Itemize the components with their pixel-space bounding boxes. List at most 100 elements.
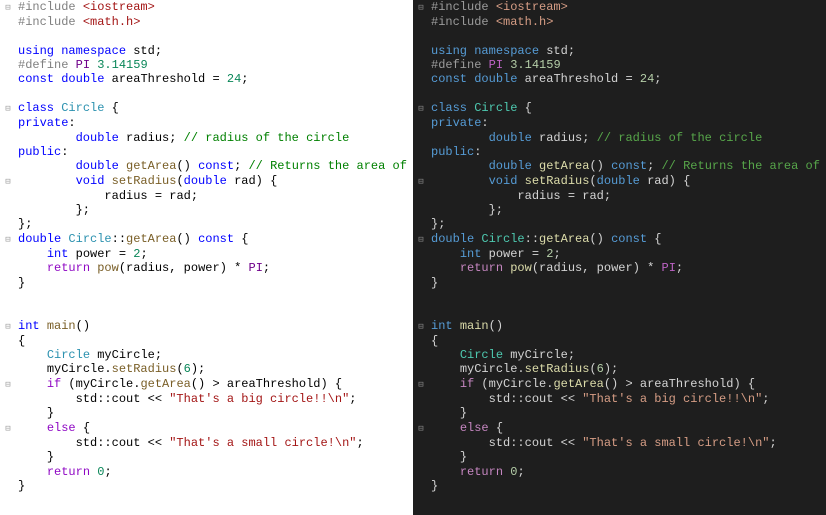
code-line[interactable]: return pow(radius, power) * PI; bbox=[0, 261, 413, 275]
code-line[interactable]: ⊟double Circle::getArea() const { bbox=[413, 232, 826, 247]
tok-const: const bbox=[18, 72, 54, 86]
code-line[interactable]: radius = rad; bbox=[0, 189, 413, 203]
fold-gutter[interactable]: ⊟ bbox=[413, 0, 429, 15]
tok-int: int bbox=[18, 319, 40, 333]
code-line[interactable]: } bbox=[413, 450, 826, 464]
code-line[interactable]: radius = rad; bbox=[413, 189, 826, 203]
code-line[interactable]: using namespace std; bbox=[0, 44, 413, 58]
code-line[interactable]: public: bbox=[413, 145, 826, 159]
code-line[interactable]: }; bbox=[413, 203, 826, 217]
fold-gutter[interactable]: ⊟ bbox=[0, 421, 16, 436]
code-line[interactable]: ⊟double Circle::getArea() const { bbox=[0, 232, 413, 247]
code-line[interactable]: } bbox=[413, 479, 826, 493]
code-line[interactable]: { bbox=[0, 334, 413, 348]
code-line[interactable]: private: bbox=[0, 116, 413, 130]
code-line[interactable] bbox=[0, 30, 413, 44]
fold-gutter[interactable]: ⊟ bbox=[413, 319, 429, 334]
code-line[interactable]: ⊟ if (myCircle.getArea() > areaThreshold… bbox=[0, 377, 413, 392]
fold-gutter[interactable]: ⊟ bbox=[0, 0, 16, 15]
code-line[interactable]: { bbox=[413, 334, 826, 348]
code-line[interactable]: return pow(radius, power) * PI; bbox=[413, 261, 826, 275]
code-line[interactable]: ⊟ void setRadius(double rad) { bbox=[0, 174, 413, 189]
code-line[interactable]: Circle myCircle; bbox=[0, 348, 413, 362]
code-line[interactable]: ⊟class Circle { bbox=[0, 101, 413, 116]
code-line[interactable]: ⊟ else { bbox=[413, 421, 826, 436]
tok-class: class bbox=[18, 101, 54, 115]
code-line[interactable] bbox=[413, 30, 826, 44]
tok-setRadius: setRadius bbox=[525, 362, 590, 376]
code-line[interactable]: } bbox=[413, 406, 826, 420]
code-line[interactable]: using namespace std; bbox=[413, 44, 826, 58]
fold-gutter bbox=[413, 159, 429, 173]
code-line[interactable]: private: bbox=[413, 116, 826, 130]
code-line[interactable]: } bbox=[0, 276, 413, 290]
fold-gutter bbox=[413, 465, 429, 479]
fold-gutter[interactable]: ⊟ bbox=[413, 101, 429, 116]
code-line[interactable] bbox=[413, 290, 826, 304]
fold-gutter[interactable]: ⊟ bbox=[0, 377, 16, 392]
fold-gutter[interactable]: ⊟ bbox=[0, 174, 16, 189]
code-line[interactable]: }; bbox=[413, 217, 826, 231]
code-line[interactable]: const double areaThreshold = 24; bbox=[413, 72, 826, 86]
code-line[interactable]: ⊟ void setRadius(double rad) { bbox=[413, 174, 826, 189]
code-line[interactable]: std::cout << "That's a small circle!\n"; bbox=[413, 436, 826, 450]
code-line[interactable]: myCircle.setRadius(6); bbox=[413, 362, 826, 376]
tok-double: double bbox=[431, 232, 474, 246]
code-line[interactable]: double radius; // radius of the circle bbox=[413, 131, 826, 145]
code-line[interactable] bbox=[0, 87, 413, 101]
code-line[interactable]: int power = 2; bbox=[413, 247, 826, 261]
fold-gutter[interactable]: ⊟ bbox=[0, 319, 16, 334]
code-line[interactable]: } bbox=[0, 450, 413, 464]
code-line[interactable]: }; bbox=[0, 217, 413, 231]
fold-gutter[interactable]: ⊟ bbox=[413, 377, 429, 392]
code-pane-dark[interactable]: ⊟#include <iostream>#include <math.h> usi… bbox=[413, 0, 826, 515]
code-line[interactable]: ⊟#include <iostream> bbox=[0, 0, 413, 15]
code-line[interactable]: ⊟int main() bbox=[413, 319, 826, 334]
fold-gutter[interactable]: ⊟ bbox=[0, 232, 16, 247]
fold-gutter[interactable]: ⊟ bbox=[413, 421, 429, 436]
code-line[interactable]: double radius; // radius of the circle bbox=[0, 131, 413, 145]
code-line[interactable]: #define PI 3.14159 bbox=[413, 58, 826, 72]
code-line[interactable]: #include <math.h> bbox=[413, 15, 826, 29]
code-text: #define PI 3.14159 bbox=[429, 58, 826, 72]
code-pane-light[interactable]: ⊟#include <iostream>#include <math.h> usi… bbox=[0, 0, 413, 515]
code-line[interactable]: } bbox=[0, 406, 413, 420]
fold-gutter[interactable]: ⊟ bbox=[0, 101, 16, 116]
code-line[interactable]: return 0; bbox=[413, 465, 826, 479]
code-line[interactable]: #include <math.h> bbox=[0, 15, 413, 29]
code-line[interactable]: return 0; bbox=[0, 465, 413, 479]
code-line[interactable]: ⊟#include <iostream> bbox=[413, 0, 826, 15]
code-line[interactable]: ⊟class Circle { bbox=[413, 101, 826, 116]
code-line[interactable]: std::cout << "That's a small circle!\n"; bbox=[0, 436, 413, 450]
fold-gutter[interactable]: ⊟ bbox=[413, 174, 429, 189]
code-line[interactable]: } bbox=[413, 276, 826, 290]
code-line[interactable]: const double areaThreshold = 24; bbox=[0, 72, 413, 86]
code-line[interactable]: ⊟ else { bbox=[0, 421, 413, 436]
fold-gutter bbox=[413, 479, 429, 493]
fold-gutter bbox=[0, 465, 16, 479]
code-line[interactable]: std::cout << "That's a big circle!!\n"; bbox=[413, 392, 826, 406]
code-line[interactable] bbox=[413, 87, 826, 101]
tok-pival: 3.14159 bbox=[97, 58, 147, 72]
code-line[interactable]: } bbox=[0, 479, 413, 493]
code-line[interactable]: ⊟int main() bbox=[0, 319, 413, 334]
code-line[interactable] bbox=[0, 304, 413, 318]
code-line[interactable]: double getArea() const; // Returns the a… bbox=[413, 159, 826, 173]
fold-gutter[interactable]: ⊟ bbox=[413, 232, 429, 247]
fold-gutter bbox=[0, 290, 16, 304]
code-line[interactable]: }; bbox=[0, 203, 413, 217]
code-line[interactable] bbox=[0, 290, 413, 304]
code-line[interactable]: ⊟ if (myCircle.getArea() > areaThreshold… bbox=[413, 377, 826, 392]
code-line[interactable]: #define PI 3.14159 bbox=[0, 58, 413, 72]
code-line[interactable] bbox=[413, 304, 826, 318]
code-line[interactable]: std::cout << "That's a big circle!!\n"; bbox=[0, 392, 413, 406]
code-line[interactable]: int power = 2; bbox=[0, 247, 413, 261]
fold-gutter bbox=[413, 392, 429, 406]
code-line[interactable]: public: bbox=[0, 145, 413, 159]
code-line[interactable]: Circle myCircle; bbox=[413, 348, 826, 362]
code-line[interactable]: double getArea() const; // Returns the a… bbox=[0, 159, 413, 173]
tok-cm_radius: // radius of the circle bbox=[184, 131, 350, 145]
code-text: radius = rad; bbox=[16, 189, 413, 203]
code-text: else { bbox=[16, 421, 413, 436]
code-line[interactable]: myCircle.setRadius(6); bbox=[0, 362, 413, 376]
